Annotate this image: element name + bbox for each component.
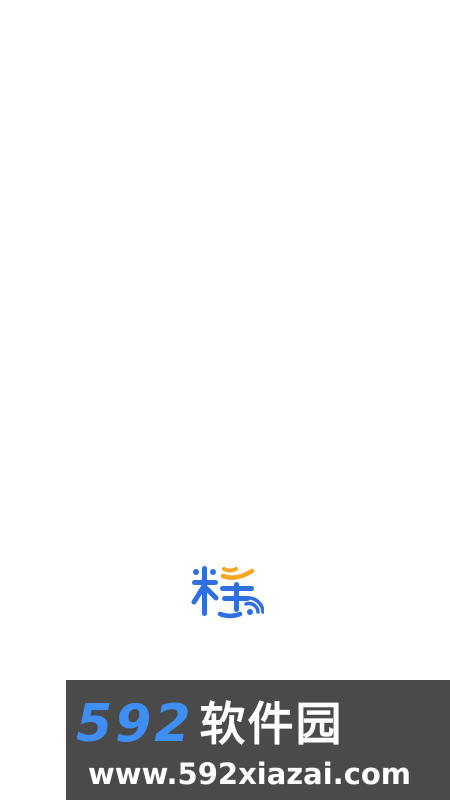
splash-screen: 592 软件园 www.592xiazai.com bbox=[0, 0, 450, 800]
site-watermark: 592 软件园 www.592xiazai.com bbox=[66, 680, 450, 800]
app-logo-glyph bbox=[191, 566, 265, 619]
watermark-url: www.592xiazai.com bbox=[88, 757, 412, 791]
watermark-number: 592 bbox=[76, 694, 194, 754]
app-logo-icon bbox=[190, 562, 265, 620]
watermark-title: 592 软件园 bbox=[76, 696, 344, 752]
watermark-text: 软件园 bbox=[199, 697, 344, 751]
